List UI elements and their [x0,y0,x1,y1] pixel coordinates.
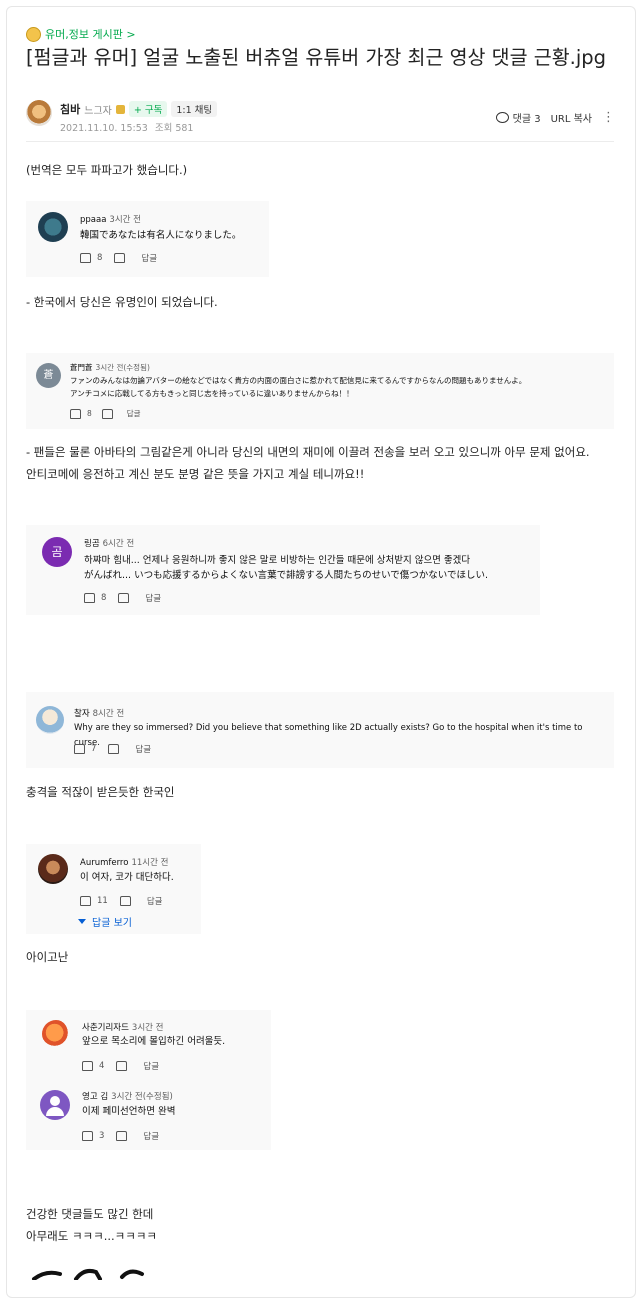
comment-text: 韓国であなたは有名人になりました。 [80,230,242,241]
comment-actions: 8 답글 [70,408,141,419]
commenter-avatar: 蒼 [36,363,61,388]
reply-button[interactable]: 답글 [127,408,141,419]
comment-text: ファンのみんなは勿論アバターの絵などではなく貴方の内面の面白さに惹かれて配信見に… [70,376,527,398]
thumbs-down-icon[interactable] [101,408,113,419]
comment-screenshot-2: 蒼 蒼門蒼 3시간 전(수정됨) ファンのみんなは勿論アバターの絵などではなく貴方… [26,353,614,429]
thumbs-down-icon[interactable] [114,253,126,263]
comment-screenshot-5: Aurumferro 11시간 전 이 여자, 코가 대단하다. 11 답글 답글… [26,844,201,934]
comment-actions: 8 답글 [80,252,157,264]
paragraph-translation-1: - 한국에서 당신은 유명인이 되었습니다. [26,295,218,309]
reply-button[interactable]: 답글 [147,895,163,907]
comment-count-button[interactable]: 댓글 3 [495,110,541,125]
comment-actions: 3 답글 [82,1130,159,1142]
smile-emoji-icon [26,26,41,42]
thumbs-up-icon[interactable] [80,253,91,263]
board-link[interactable]: 유머,정보 게시판 > [26,26,136,42]
thumbs-down-icon[interactable] [119,896,131,906]
post-title: [펌글과 유머] 얼굴 노출된 버츄얼 유튜버 가장 최근 영상 댓글 근황.j… [26,46,607,69]
comment-username: Aurumferro 11시간 전 [80,858,169,868]
comment-actions: 7 답글 [74,743,151,755]
thumbs-up-icon[interactable] [70,408,81,419]
paragraph-caption-1: 충격을 적잖이 받은듯한 한국인 [26,785,175,799]
commenter-avatar: 곰 [42,537,72,567]
thumbs-up-icon[interactable] [82,1131,93,1141]
commenter-avatar [38,854,68,884]
comment-username: ppaaa 3시간 전 [80,215,141,225]
comment-screenshot-4: 찰자 8시간 전 Why are they so immersed? Did yo… [26,692,614,768]
comment-text: 이 여자, 코가 대단하다. [80,872,174,883]
reply-button[interactable]: 답글 [143,1060,159,1072]
thumbs-down-icon[interactable] [116,1131,128,1141]
thumbs-up-icon[interactable] [82,1061,93,1071]
reply-button[interactable]: 답글 [143,1130,159,1142]
comment-username: 링곰 6시간 전 [84,539,135,549]
view-replies-button[interactable]: 답글 보기 [78,914,132,929]
url-copy-button[interactable]: URL 복사 [551,110,592,125]
commenter-avatar [42,1020,70,1048]
thumbs-down-icon[interactable] [118,593,130,603]
post-tools: 댓글 3 URL 복사 ⋮ [495,110,615,125]
post-date: 2021.11.10. 15:53 [60,123,148,134]
commenter-avatar [36,706,64,734]
author-avatar[interactable] [26,100,52,126]
commenter-avatar [38,212,68,242]
author-name[interactable]: 침바 [60,101,80,117]
comment-actions: 11 답글 [80,895,162,907]
thumbs-down-icon[interactable] [116,1061,128,1071]
author-info: 침바 느그자 + 구독 1:1 채팅 [60,101,218,117]
comment-username: 찰자 8시간 전 [74,709,125,719]
commenter-avatar [40,1090,70,1120]
reply-button[interactable]: 답글 [145,592,161,604]
comment-icon [495,112,509,123]
post-views: 조회 581 [154,123,194,134]
comment-screenshot-1: ppaaa 3시간 전 韓国であなたは有名人になりました。 8 답글 [26,201,269,277]
comment-screenshot-3: 곰 링곰 6시간 전 하쨔마 힘내... 언제나 응원하니까 좋지 않은 말로 비… [26,525,540,615]
comment-actions: 4 답글 [82,1060,159,1072]
expand-down-icon [78,919,86,924]
board-link-label: 유머,정보 게시판 > [45,28,136,41]
comment-actions: 8 답글 [84,592,161,604]
comment-text: 이제 페미선언하면 완벽 [82,1106,176,1117]
reply-button[interactable]: 답글 [135,743,151,755]
chat-button[interactable]: 1:1 채팅 [171,101,218,117]
comment-screenshot-6: 사춘기리자드 3시간 전 앞으로 목소리에 몰입하긴 어려울듯. 4 답글 영고 … [26,1010,271,1150]
comment-username: 사춘기리자드 3시간 전 [82,1023,164,1033]
more-options-icon[interactable]: ⋮ [602,110,615,125]
paragraph-translation-note: (번역은 모두 파파고가 했습니다.) [26,163,188,177]
thumbs-up-icon[interactable] [80,896,91,906]
comment-text: Why are they so immersed? Did you believ… [74,723,583,748]
paragraph-caption-2: 아이고난 [26,950,69,964]
header-divider [26,141,614,142]
thumbs-down-icon[interactable] [108,744,120,754]
grade-badge-icon [115,104,125,114]
comment-text: 앞으로 목소리에 몰입하긴 어려울듯. [82,1036,226,1047]
comment-text: 하쨔마 힘내... 언제나 응원하니까 좋지 않은 말로 비방하는 인간들 때문… [84,555,489,581]
bottom-image-fragment [32,1268,144,1280]
post-meta: 2021.11.10. 15:53 조회 581 [60,120,193,134]
thumbs-up-icon[interactable] [74,744,85,754]
paragraph-caption-3: 건강한 댓글들도 많긴 한데 아무래도 ㅋㅋㅋ...ㅋㅋㅋㅋ [26,1207,158,1243]
comment-username: 영고 김 3시간 전(수정됨) [82,1092,173,1102]
paragraph-translation-2: - 팬들은 물론 아바타의 그림같은게 아니라 당신의 내면의 재미에 이끌려 … [26,445,590,481]
reply-button[interactable]: 답글 [141,252,157,264]
author-grade: 느그자 [84,105,112,117]
subscribe-button[interactable]: + 구독 [128,101,168,117]
thumbs-up-icon[interactable] [84,593,95,603]
comment-username: 蒼門蒼 3시간 전(수정됨) [70,363,150,372]
comment-count-label: 댓글 3 [512,114,541,125]
